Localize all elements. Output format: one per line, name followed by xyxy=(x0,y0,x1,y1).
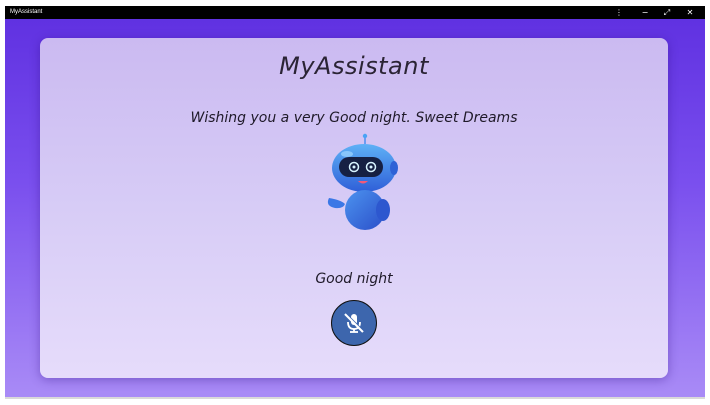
restore-button[interactable]: ⤢ xyxy=(656,6,678,19)
title-bar: MyAssistant ⋮ − ⤢ ✕ xyxy=(5,6,705,19)
window-title: MyAssistant xyxy=(10,9,43,15)
assistant-name: MyAssistant xyxy=(279,52,429,80)
status-text: Good night xyxy=(315,271,393,287)
mic-off-icon xyxy=(344,312,365,333)
close-button[interactable]: ✕ xyxy=(679,6,701,19)
app-window: MyAssistant ⋮ − ⤢ ✕ MyAssistant Wishing … xyxy=(5,6,705,398)
window-bottom-border xyxy=(5,397,705,399)
robot-icon xyxy=(327,133,398,230)
greeting-message: Wishing you a very Good night. Sweet Dre… xyxy=(190,110,518,126)
minimize-button[interactable]: − xyxy=(634,6,656,19)
microphone-button[interactable] xyxy=(331,300,377,346)
assistant-card: MyAssistant Wishing you a very Good nigh… xyxy=(40,38,668,378)
more-options-icon[interactable]: ⋮ xyxy=(608,6,630,19)
